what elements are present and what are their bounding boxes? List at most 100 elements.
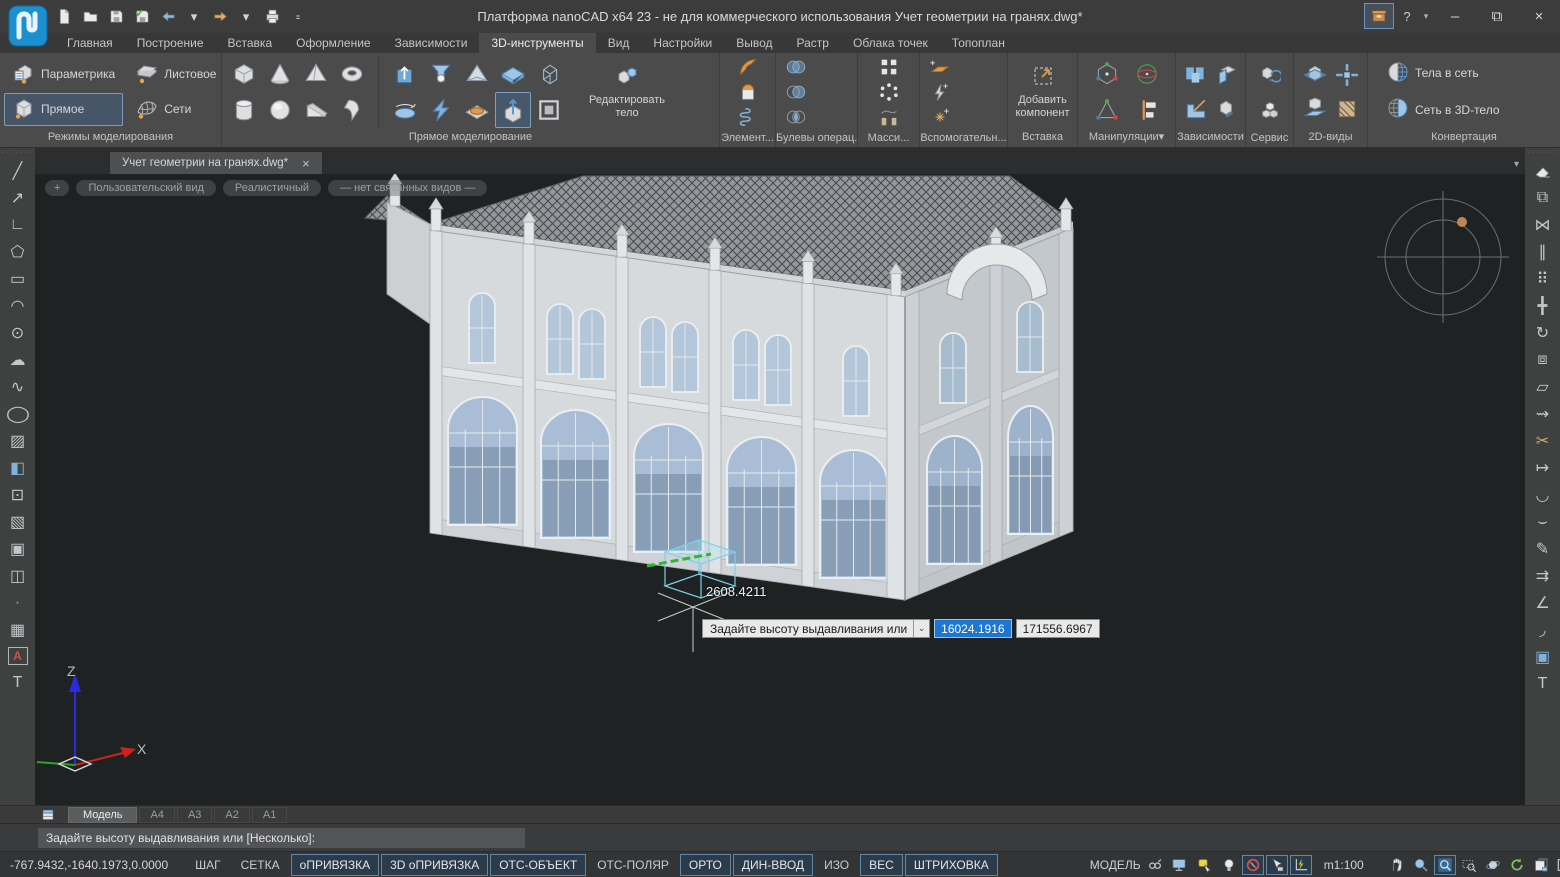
text-style-icon[interactable]: A bbox=[8, 647, 28, 665]
array-rect-icon[interactable] bbox=[877, 55, 901, 79]
badge-add-view[interactable]: + bbox=[45, 180, 69, 196]
pyramid-icon[interactable] bbox=[298, 56, 334, 92]
tab-topoplan[interactable]: Топоплан bbox=[940, 33, 1017, 53]
aux-point-icon[interactable] bbox=[928, 105, 952, 129]
toggle-lineweight[interactable]: ВЕС bbox=[860, 854, 903, 876]
edit-body-button[interactable]: Редактировать тело bbox=[575, 62, 679, 122]
raster-image-icon[interactable]: ▣ bbox=[4, 535, 32, 562]
zoom-window-icon[interactable] bbox=[1434, 855, 1456, 875]
pushpull-icon[interactable] bbox=[495, 92, 531, 128]
viewport-link-icon[interactable] bbox=[1144, 855, 1166, 875]
align-objects-icon[interactable] bbox=[1127, 92, 1167, 128]
layout-tab-a3[interactable]: А3 bbox=[177, 807, 212, 823]
lamp-icon[interactable] bbox=[1218, 855, 1240, 875]
zoom-rect-icon[interactable] bbox=[1458, 855, 1480, 875]
drawing-view-icon[interactable] bbox=[1331, 92, 1363, 126]
projection-icon[interactable] bbox=[1331, 58, 1363, 92]
stretch-icon[interactable]: ▱ bbox=[1529, 373, 1557, 400]
fillet-edge-icon[interactable] bbox=[736, 55, 760, 79]
layout-list-icon[interactable] bbox=[38, 808, 58, 822]
toggle-ortho[interactable]: ОРТО bbox=[680, 854, 731, 876]
mode-mesh-button[interactable]: Сети bbox=[127, 93, 224, 126]
toggle-polar[interactable]: ОТС-ПОЛЯР bbox=[588, 854, 678, 876]
cylinder-icon[interactable] bbox=[226, 92, 262, 128]
tab-nastroyki[interactable]: Настройки bbox=[641, 33, 724, 53]
orbit-icon[interactable] bbox=[1482, 855, 1504, 875]
pickbox-icon[interactable] bbox=[1266, 855, 1288, 875]
array-path-icon[interactable] bbox=[877, 105, 901, 129]
building-model[interactable]: ZX bbox=[35, 174, 1525, 805]
toggle-otrack[interactable]: ОТС-ОБЪЕКТ bbox=[490, 854, 586, 876]
dynamic-value-input[interactable]: 16024.1916 bbox=[934, 619, 1011, 638]
tab-oblaka-tochek[interactable]: Облака точек bbox=[841, 33, 940, 53]
scale-icon[interactable]: ⧈ bbox=[1529, 346, 1557, 373]
sphere-icon[interactable] bbox=[262, 92, 298, 128]
tab-postroenie[interactable]: Построение bbox=[125, 33, 216, 53]
dynamic-prompt-dropdown[interactable]: Задайте высоту выдавливания или ⌄ bbox=[702, 619, 930, 638]
gizmo-rotate-icon[interactable] bbox=[1127, 56, 1167, 92]
selection-preview-icon[interactable] bbox=[1194, 855, 1216, 875]
constraint-fix-icon[interactable] bbox=[1181, 58, 1211, 92]
tab-3d-instrumenty[interactable]: 3D-инструменты bbox=[479, 33, 595, 53]
lengthen-icon[interactable]: ⇝ bbox=[1529, 400, 1557, 427]
constraint-tangent-icon[interactable] bbox=[1211, 92, 1241, 126]
open-file-icon[interactable] bbox=[78, 5, 102, 29]
toggle-dyninput[interactable]: ДИН-ВВОД bbox=[733, 854, 813, 876]
minimize-button[interactable]: – bbox=[1434, 0, 1476, 33]
scale-indicator[interactable]: m1:100 bbox=[1314, 858, 1374, 872]
chamfer-icon[interactable]: ∠ bbox=[1529, 589, 1557, 616]
toolbar-grip[interactable]: ······· bbox=[2, 150, 32, 157]
align-icon[interactable]: ⇉ bbox=[1529, 562, 1557, 589]
join-icon[interactable]: ⌣ bbox=[1529, 508, 1557, 535]
solids-to-mesh-button[interactable]: Тела в сеть bbox=[1378, 58, 1487, 88]
restore-button[interactable]: ⧉ bbox=[1476, 0, 1518, 33]
table-icon[interactable]: ▦ bbox=[4, 616, 32, 643]
pyramid-tool-icon[interactable] bbox=[459, 56, 495, 92]
union-icon[interactable] bbox=[784, 55, 808, 79]
layout-tab-a1[interactable]: А1 bbox=[252, 807, 287, 823]
gradient-icon[interactable]: ◧ bbox=[4, 454, 32, 481]
section-view-icon[interactable] bbox=[1299, 58, 1331, 92]
plate-icon[interactable] bbox=[495, 56, 531, 92]
dynamic-value-secondary[interactable]: 171556.6967 bbox=[1016, 619, 1100, 638]
mode-parametric-button[interactable]: Параметрика bbox=[4, 58, 123, 91]
close-button[interactable]: × bbox=[1518, 0, 1560, 33]
arc-icon[interactable]: ◠ bbox=[4, 292, 32, 319]
document-tab[interactable]: Учет геометрии на гранях.dwg* × bbox=[110, 152, 322, 174]
hatch-icon[interactable]: ▨ bbox=[4, 427, 32, 454]
extend-icon[interactable]: ↦ bbox=[1529, 454, 1557, 481]
revision-cloud-icon[interactable]: ☁ bbox=[4, 346, 32, 373]
nanocad-logo-icon[interactable] bbox=[8, 5, 48, 47]
tab-glavnaya[interactable]: Главная bbox=[55, 33, 125, 53]
undo-dropdown-icon[interactable]: ▾ bbox=[182, 5, 206, 29]
tab-vid[interactable]: Вид bbox=[596, 33, 642, 53]
help-dropdown-icon[interactable]: ▾ bbox=[1418, 0, 1434, 33]
mirror-icon[interactable]: ⋈ bbox=[1529, 211, 1557, 238]
sweep-icon[interactable] bbox=[423, 92, 459, 128]
command-prompt[interactable]: Задайте высоту выдавливания или [Несколь… bbox=[38, 828, 525, 848]
toggle-hatch[interactable]: ШТРИХОВКА bbox=[905, 854, 998, 876]
spiral-icon[interactable] bbox=[736, 105, 760, 129]
array-polar-icon[interactable] bbox=[877, 80, 901, 104]
intersect-icon[interactable] bbox=[784, 105, 808, 129]
badge-visual-style[interactable]: Реалистичный bbox=[223, 180, 321, 196]
prompt-chevron-icon[interactable]: ⌄ bbox=[913, 620, 929, 637]
wireframe-box-icon[interactable] bbox=[531, 56, 567, 92]
constraint-coincident-icon[interactable] bbox=[1211, 58, 1241, 92]
circle-icon[interactable]: ⊙ bbox=[4, 319, 32, 346]
cone-icon[interactable] bbox=[262, 56, 298, 92]
toolbox-icon[interactable] bbox=[1364, 3, 1394, 29]
manipulation-dropdown-icon[interactable]: ▾ bbox=[1159, 131, 1165, 143]
erase-icon[interactable] bbox=[1529, 157, 1557, 184]
trim-icon[interactable]: ✂ bbox=[1529, 427, 1557, 454]
layout-tab-a2[interactable]: А2 bbox=[214, 807, 249, 823]
region-icon[interactable]: ⊡ bbox=[4, 481, 32, 508]
shell-icon[interactable] bbox=[334, 92, 370, 128]
tab-vyvod[interactable]: Вывод bbox=[724, 33, 784, 53]
axis-snap-icon[interactable] bbox=[1290, 855, 1312, 875]
new-file-icon[interactable] bbox=[52, 5, 76, 29]
face-tool-icon[interactable] bbox=[531, 92, 567, 128]
save-all-icon[interactable] bbox=[130, 5, 154, 29]
model-space-label[interactable]: МОДЕЛЬ bbox=[1090, 858, 1141, 872]
line-icon[interactable]: ╱ bbox=[4, 157, 32, 184]
